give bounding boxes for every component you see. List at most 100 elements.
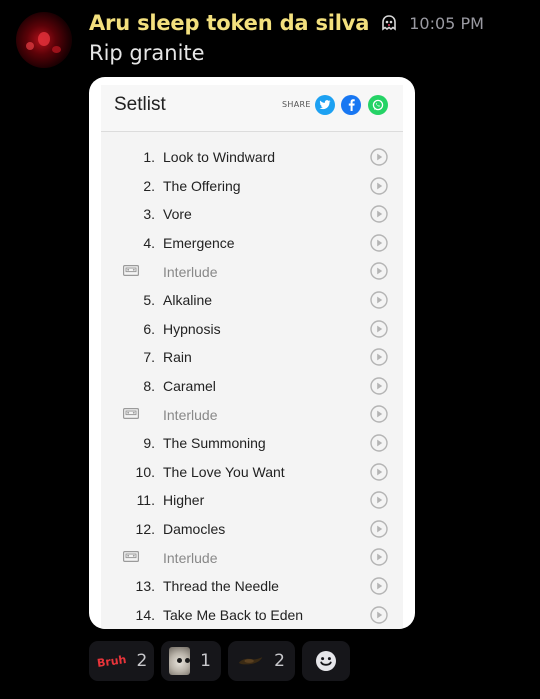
interlude-row[interactable]: Interlude	[101, 543, 403, 572]
song-row[interactable]: 4. Emergence	[101, 229, 403, 258]
song-title[interactable]: Thread the Needle	[163, 578, 279, 594]
song-title[interactable]: Caramel	[163, 378, 216, 394]
song-number: 8.	[143, 378, 155, 395]
tape-icon	[123, 265, 139, 277]
song-list: 1. Look to Windward 2. The Offering 3. V…	[101, 143, 403, 629]
song-row[interactable]: 3. Vore	[101, 200, 403, 229]
play-icon[interactable]	[370, 234, 388, 252]
play-icon[interactable]	[370, 491, 388, 509]
message-header: Aru sleep token da silva 10:05 PM	[89, 8, 484, 38]
song-number: 11.	[136, 492, 155, 509]
tape-icon	[123, 408, 139, 420]
bruh-emoji: Bruh	[96, 652, 128, 670]
cat-eye	[185, 658, 190, 663]
username[interactable]: Aru sleep token da silva	[89, 11, 369, 35]
message-text: Rip granite	[89, 41, 205, 65]
reaction-cat[interactable]: 1	[161, 641, 221, 681]
avatar-detail	[26, 42, 34, 50]
song-row[interactable]: 11. Higher	[101, 486, 403, 515]
play-icon[interactable]	[370, 148, 388, 166]
tape-icon	[123, 551, 139, 563]
song-number: 5.	[143, 292, 155, 309]
song-title[interactable]: Look to Windward	[163, 149, 275, 165]
ghost-badge-icon[interactable]	[379, 13, 399, 33]
setlist-header: Setlist SHARE	[101, 85, 403, 132]
play-icon[interactable]	[370, 520, 388, 538]
song-row[interactable]: 5. Alkaline	[101, 286, 403, 315]
song-title[interactable]: Interlude	[163, 550, 217, 566]
reaction-count: 1	[200, 651, 211, 671]
cat-emoji	[169, 647, 191, 675]
song-number: 9.	[143, 435, 155, 452]
song-number: 7.	[143, 349, 155, 366]
song-number: 6.	[143, 320, 155, 337]
share-label: SHARE	[282, 100, 311, 109]
cat-eye	[177, 658, 182, 663]
song-row[interactable]: 14. Take Me Back to Eden	[101, 601, 403, 630]
play-icon[interactable]	[370, 262, 388, 281]
play-icon[interactable]	[370, 205, 388, 223]
song-title[interactable]: Vore	[163, 206, 192, 222]
song-number: 14.	[135, 606, 155, 623]
song-row[interactable]: 7. Rain	[101, 343, 403, 372]
play-icon[interactable]	[370, 548, 388, 567]
song-title[interactable]: Hypnosis	[163, 321, 221, 337]
song-title[interactable]: Damocles	[163, 521, 225, 537]
whatsapp-icon[interactable]	[368, 95, 388, 115]
song-title[interactable]: Emergence	[163, 235, 235, 251]
facebook-icon[interactable]	[341, 95, 361, 115]
song-number: 3.	[143, 206, 155, 223]
song-title[interactable]: Interlude	[163, 407, 217, 423]
play-icon[interactable]	[370, 405, 388, 424]
song-title[interactable]: Higher	[163, 492, 204, 508]
play-icon[interactable]	[370, 319, 388, 338]
play-icon[interactable]	[370, 348, 388, 366]
song-row[interactable]: 13. Thread the Needle	[101, 572, 403, 601]
song-row[interactable]: 2. The Offering	[101, 172, 403, 201]
song-title[interactable]: The Offering	[163, 178, 241, 194]
avatar-detail	[38, 32, 50, 46]
reaction-count: 2	[136, 651, 148, 671]
song-number: 10.	[135, 463, 155, 480]
song-title[interactable]: Rain	[163, 349, 192, 365]
add-reaction-button[interactable]	[302, 641, 350, 681]
play-icon[interactable]	[370, 176, 388, 195]
reaction-count: 2	[274, 651, 285, 671]
song-title[interactable]: Alkaline	[163, 292, 212, 308]
avatar[interactable]	[16, 12, 72, 68]
play-icon[interactable]	[370, 605, 388, 624]
reaction-bar: Bruh 2 1 2	[89, 641, 350, 681]
play-icon[interactable]	[370, 462, 388, 481]
smiley-icon	[316, 651, 336, 671]
reaction-bruh[interactable]: Bruh 2	[89, 641, 154, 681]
song-row[interactable]: 12. Damocles	[101, 515, 403, 544]
song-number: 1.	[143, 149, 155, 166]
brown-emoji	[238, 657, 263, 665]
avatar-detail	[52, 46, 61, 53]
song-row[interactable]: 10. The Love You Want	[101, 458, 403, 487]
play-icon[interactable]	[370, 377, 388, 395]
play-icon[interactable]	[370, 291, 388, 309]
song-title[interactable]: Interlude	[163, 264, 217, 280]
song-title[interactable]: The Love You Want	[163, 464, 285, 480]
setlist-title: Setlist	[114, 94, 166, 115]
song-number: 13.	[135, 578, 155, 595]
song-number: 12.	[135, 521, 155, 538]
reaction-brown[interactable]: 2	[228, 641, 295, 681]
song-row[interactable]: 6. Hypnosis	[101, 315, 403, 344]
interlude-row[interactable]: Interlude	[101, 400, 403, 429]
play-icon[interactable]	[370, 434, 388, 452]
twitter-icon[interactable]	[315, 95, 335, 115]
song-row[interactable]: 8. Caramel	[101, 372, 403, 401]
song-title[interactable]: Take Me Back to Eden	[163, 607, 303, 623]
setlist-image[interactable]: Setlist SHARE 1. Look to Windward 2. The…	[89, 77, 415, 629]
setlist-panel: Setlist SHARE 1. Look to Windward 2. The…	[101, 85, 403, 629]
play-icon[interactable]	[370, 577, 388, 595]
song-title[interactable]: The Summoning	[163, 435, 266, 451]
song-row[interactable]: 9. The Summoning	[101, 429, 403, 458]
song-number: 4.	[143, 235, 155, 252]
song-row[interactable]: 1. Look to Windward	[101, 143, 403, 172]
song-number: 2.	[143, 177, 155, 194]
timestamp: 10:05 PM	[409, 13, 484, 33]
interlude-row[interactable]: Interlude	[101, 257, 403, 286]
